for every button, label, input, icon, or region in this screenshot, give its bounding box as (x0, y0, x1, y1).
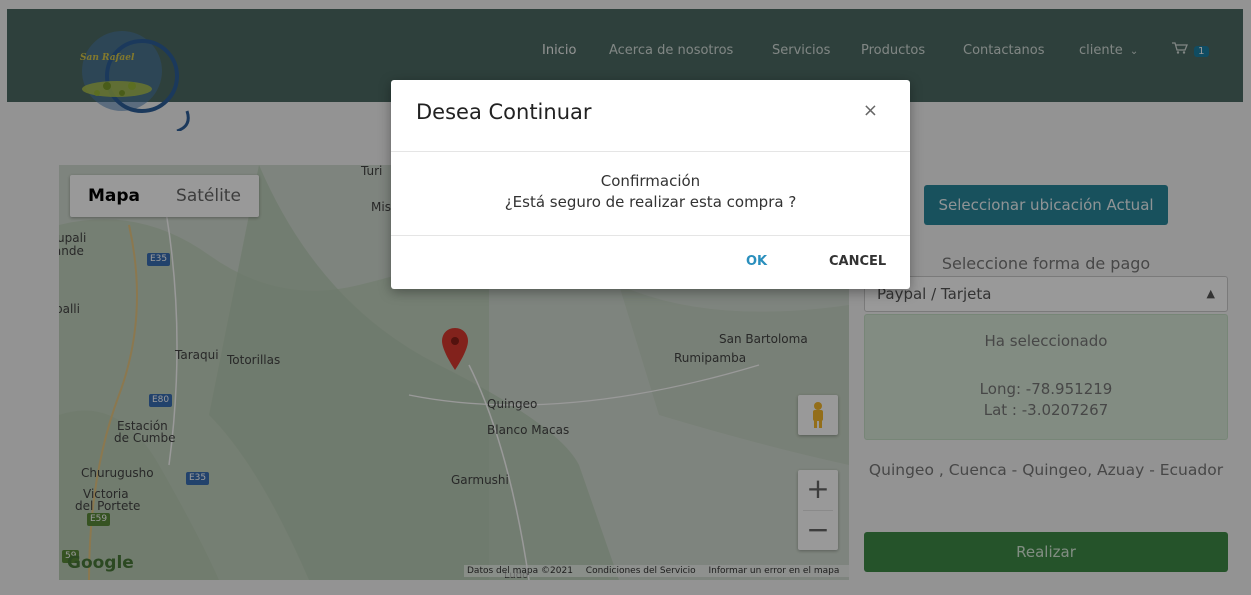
confirm-dialog: Desea Continuar × Confirmación ¿Está seg… (391, 80, 910, 289)
dialog-body: Confirmación ¿Está seguro de realizar es… (391, 152, 910, 236)
dialog-header: Desea Continuar × (391, 80, 910, 152)
cancel-button[interactable]: CANCEL (829, 254, 886, 269)
ok-button[interactable]: OK (746, 254, 767, 269)
dialog-message-title: Confirmación (600, 172, 701, 190)
dialog-title: Desea Continuar (416, 100, 592, 124)
dialog-message: ¿Está seguro de realizar esta compra ? (504, 193, 797, 211)
close-icon[interactable]: × (863, 100, 878, 121)
dialog-footer: OK CANCEL (391, 236, 910, 288)
